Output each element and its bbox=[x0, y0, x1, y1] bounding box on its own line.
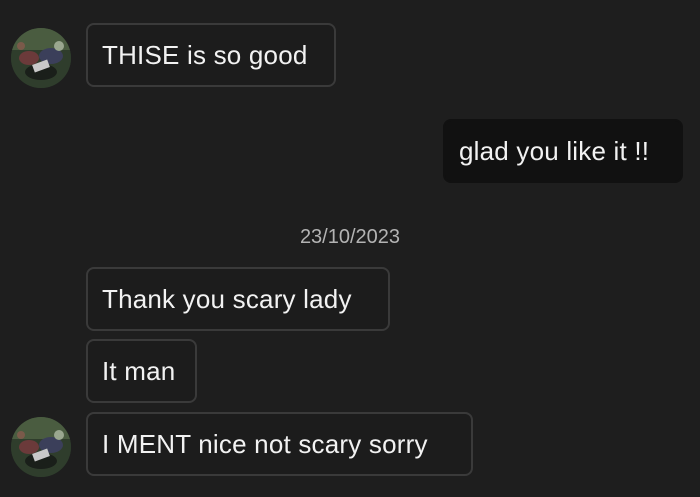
date-separator: 23/10/2023 bbox=[299, 226, 401, 248]
contact-avatar-photo bbox=[11, 28, 71, 88]
contact-avatar[interactable] bbox=[11, 28, 71, 88]
message-bubble-incoming[interactable]: It man bbox=[86, 339, 197, 403]
message-bubble-incoming[interactable]: Thank you scary lady bbox=[86, 267, 390, 331]
message-bubble-incoming[interactable]: THISE is so good bbox=[86, 23, 336, 87]
message-text: Thank you scary lady bbox=[102, 283, 352, 314]
message-bubble-incoming[interactable]: I MENT nice not scary sorry bbox=[86, 412, 473, 476]
contact-avatar[interactable] bbox=[11, 417, 71, 477]
contact-avatar-photo bbox=[11, 417, 71, 477]
message-bubble-outgoing[interactable]: glad you like it !! bbox=[443, 119, 683, 183]
message-text: I MENT nice not scary sorry bbox=[102, 428, 428, 459]
message-text: THISE is so good bbox=[102, 39, 308, 70]
message-text: glad you like it !! bbox=[459, 135, 650, 166]
message-text: It man bbox=[102, 355, 176, 386]
